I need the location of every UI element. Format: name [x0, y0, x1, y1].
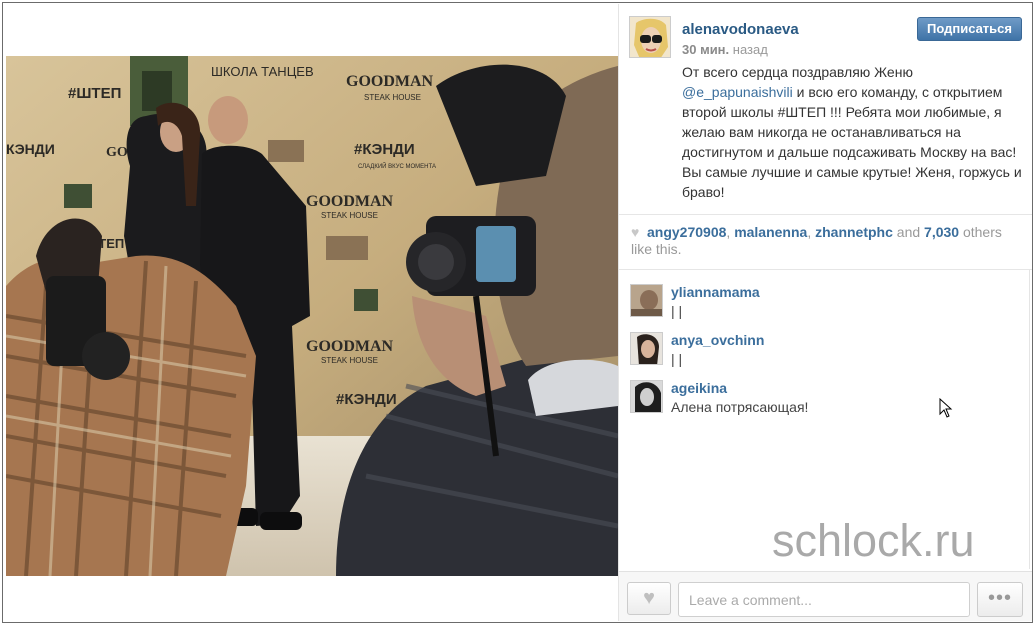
comment-item: anya_ovchinn | | [630, 332, 1010, 372]
divider [619, 214, 1032, 215]
backdrop-text-goodman: GOODMAN [346, 73, 434, 90]
post-header: alenavodonaeva 30 мин. назад Подписаться… [619, 4, 1032, 214]
likes-and: and [896, 224, 921, 240]
comment-item: yliannamama | | [630, 284, 1010, 324]
more-options-button[interactable]: ••• [977, 582, 1023, 617]
commenter-avatar[interactable] [630, 332, 663, 365]
caption-text-start: От всего сердца поздравляю Женю [682, 64, 913, 80]
post-caption: От всего сердца поздравляю Женю @e_papun… [682, 62, 1022, 202]
svg-text:GOODMAN: GOODMAN [306, 193, 394, 210]
svg-text:STEAK HOUSE: STEAK HOUSE [321, 356, 378, 365]
caption-text-end: и всю его команду, с открытием второй шк… [682, 84, 1022, 200]
timestamp-suffix: назад [732, 42, 768, 57]
backdrop-text-kendi-left: КЭНДИ [6, 141, 55, 157]
avatar[interactable] [629, 16, 671, 58]
post-photo[interactable]: ШКОЛА ТАНЦЕВ GOODMAN STEAK HOUSE #ШТЕП #… [6, 56, 618, 576]
svg-text:#КЭНДИ: #КЭНДИ [336, 391, 397, 408]
follow-button[interactable]: Подписаться [917, 17, 1022, 41]
backdrop-text-school: ШКОЛА ТАНЦЕВ [211, 64, 314, 79]
likes-separator: , [807, 224, 816, 240]
like-user-link[interactable]: zhannetphc [815, 224, 893, 240]
comment-username[interactable]: anya_ovchinn [671, 332, 764, 348]
commenter-avatar[interactable] [630, 284, 663, 317]
backdrop-text-slogan: СЛАДКИЙ ВКУС МОМЕНТА [358, 162, 436, 170]
post-timestamp: 30 мин. назад [682, 42, 768, 57]
backdrop-text-shtep: #ШТЕП [68, 85, 121, 102]
comment-text: Алена потрясающая! [671, 399, 809, 415]
comment-username[interactable]: yliannamama [671, 284, 760, 300]
comment-footer: ♥ ••• [619, 571, 1032, 621]
likes-line: ♥ angy270908, malanenna, zhannetphc and 7… [631, 224, 1021, 258]
comment-text: | | [671, 351, 683, 367]
backdrop-text-steak: STEAK HOUSE [364, 93, 421, 102]
caption-mention-link[interactable]: @e_papunaishvili [682, 84, 793, 100]
commenter-avatar[interactable] [630, 380, 663, 413]
like-button[interactable]: ♥ [627, 582, 671, 615]
likes-count-link[interactable]: 7,030 [924, 224, 959, 240]
mouse-cursor-icon [939, 397, 953, 423]
svg-text:STEAK HOUSE: STEAK HOUSE [321, 211, 378, 220]
comment-input[interactable] [678, 582, 970, 617]
heart-icon: ♥ [643, 587, 655, 609]
like-user-link[interactable]: malanenna [734, 224, 807, 240]
post-username[interactable]: alenavodonaeva [682, 21, 799, 38]
timestamp-value: 30 мин. [682, 42, 730, 57]
heart-icon: ♥ [631, 224, 640, 240]
comment-text: | | [671, 303, 683, 319]
comment-item: ageikina Алена потрясающая! [630, 380, 1010, 420]
backdrop-text-kendi: #КЭНДИ [354, 141, 415, 158]
comments-scrollbar[interactable] [1029, 269, 1030, 569]
watermark: schlock.ru [772, 515, 975, 566]
comment-username[interactable]: ageikina [671, 380, 727, 396]
svg-text:GOODMAN: GOODMAN [306, 338, 394, 355]
photo-area: ШКОЛА ТАНЦЕВ GOODMAN STEAK HOUSE #ШТЕП #… [4, 4, 618, 621]
like-user-link[interactable]: angy270908 [647, 224, 726, 240]
